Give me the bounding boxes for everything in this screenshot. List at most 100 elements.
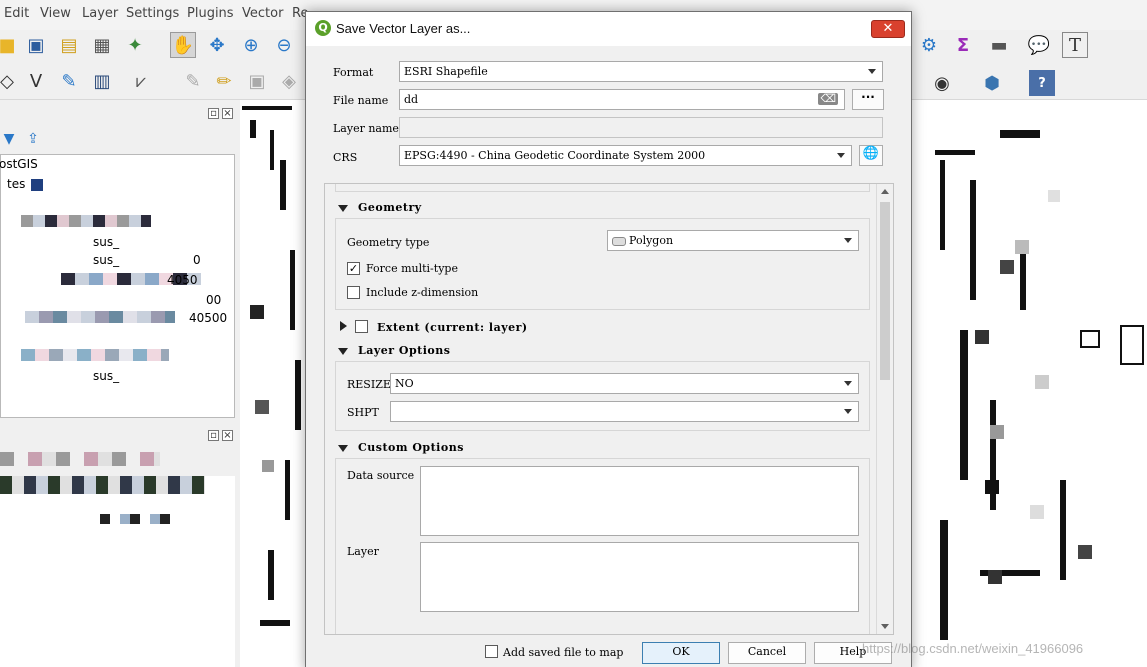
gear-icon[interactable]: ⚙	[916, 32, 942, 58]
layer-tree[interactable]: ostGIS tes sus_ sus_ 0 4050 00 40500 sus…	[0, 154, 235, 418]
polygon-icon	[612, 236, 626, 246]
map-tips-icon[interactable]: ◉	[929, 70, 955, 96]
layers-panel: ▫ × ▼ ⇪ ostGIS tes sus_ sus_ 0 4050 00 4…	[0, 100, 240, 667]
text-annotation-icon[interactable]: T	[1062, 32, 1088, 58]
expand-triangle-icon[interactable]	[340, 321, 347, 331]
chevron-down-icon	[844, 409, 852, 414]
annotation-icon[interactable]: 💬	[1026, 32, 1052, 58]
data-source-label: Data source	[347, 469, 415, 482]
shpt-combobox[interactable]	[390, 401, 859, 422]
file-name-input[interactable]: dd ⌫	[399, 89, 845, 110]
force-multi-type-checkbox[interactable]: ✓	[347, 262, 360, 275]
data-source-textarea[interactable]	[420, 466, 859, 536]
force-multi-type-label: Force multi-type	[366, 262, 458, 275]
layer-options-group: RESIZE NO SHPT	[335, 361, 870, 431]
resize-combobox[interactable]: NO	[390, 373, 859, 394]
float-panel-icon[interactable]: ▫	[208, 108, 219, 119]
pan-hand-icon[interactable]: ✋	[170, 32, 196, 58]
qgis-logo-icon: Q	[315, 20, 331, 36]
statistics-sigma-icon[interactable]: Σ	[950, 32, 976, 58]
scroll-down-icon[interactable]	[881, 624, 889, 629]
layer-options-section-header[interactable]: Layer Options	[358, 344, 450, 357]
ok-button[interactable]: OK	[642, 642, 720, 664]
toggle-edit-icon[interactable]: ✏	[211, 68, 237, 94]
browse-button[interactable]: ···	[852, 89, 884, 110]
vertical-scrollbar[interactable]	[876, 184, 893, 634]
chevron-down-icon	[844, 238, 852, 243]
digitize-icon[interactable]: ◇	[0, 68, 20, 94]
resize-value: NO	[395, 377, 414, 390]
menu-view[interactable]: View	[40, 6, 71, 21]
scrollbar-thumb[interactable]	[880, 202, 890, 380]
close-panel-icon[interactable]: ×	[222, 108, 233, 119]
collapse-triangle-icon[interactable]	[338, 348, 348, 355]
dialog-button-bar: Add saved file to map OK Cancel Help	[306, 640, 911, 667]
watermark-text: https://blog.csdn.net/weixin_41966096	[862, 641, 1084, 656]
expand-all-icon[interactable]: ⇪	[20, 126, 46, 152]
edit-pencil-icon[interactable]: ✎	[56, 68, 82, 94]
top-divider	[335, 184, 870, 192]
layer-item[interactable]: 4050	[167, 273, 198, 287]
menu-layer[interactable]: Layer	[82, 6, 118, 21]
float-panel-icon[interactable]: ▫	[208, 430, 219, 441]
menu-vector[interactable]: Vector	[242, 6, 283, 21]
save-as-icon[interactable]: ▤	[56, 32, 82, 58]
save-vector-layer-dialog: Q Save Vector Layer as... ✕ Format ESRI …	[305, 11, 912, 667]
pan-to-selection-icon[interactable]: ✥	[204, 32, 230, 58]
layer-item[interactable]: 0	[193, 253, 201, 267]
layer-item[interactable]: sus_	[93, 253, 119, 267]
browser-panel[interactable]	[0, 476, 235, 667]
layer-grid-icon[interactable]: ▥	[89, 68, 115, 94]
filter-icon[interactable]: ▼	[0, 126, 22, 152]
collapse-triangle-icon[interactable]	[338, 445, 348, 452]
custom-options-section-header[interactable]: Custom Options	[358, 441, 464, 454]
custom-layer-textarea[interactable]	[420, 542, 859, 612]
options-scroll-area[interactable]: Geometry Geometry type Polygon ✓ Force m…	[324, 183, 894, 635]
resize-label: RESIZE	[347, 378, 391, 391]
extent-section-header[interactable]: Extent (current: layer)	[377, 321, 528, 334]
geometry-type-combobox[interactable]: Polygon	[607, 230, 859, 251]
layer-item[interactable]: sus_	[93, 369, 119, 383]
open-project-icon[interactable]: ■	[0, 32, 20, 58]
close-panel-icon[interactable]: ×	[222, 430, 233, 441]
menu-edit[interactable]: Edit	[4, 6, 29, 21]
close-button[interactable]: ✕	[871, 20, 905, 38]
clear-text-icon[interactable]: ⌫	[818, 93, 838, 105]
help-icon[interactable]: ?	[1029, 70, 1055, 96]
measure-icon[interactable]: ▬	[986, 32, 1012, 58]
print-layout-icon[interactable]: ▦	[89, 32, 115, 58]
zoom-out-icon[interactable]: ⊖	[271, 32, 297, 58]
include-z-label: Include z-dimension	[366, 286, 479, 299]
format-combobox[interactable]: ESRI Shapefile	[399, 61, 883, 82]
layer-group-postgis[interactable]: ostGIS	[0, 157, 38, 171]
menu-plugins[interactable]: Plugins	[187, 6, 234, 21]
style-manager-icon[interactable]: ✦	[122, 32, 148, 58]
zoom-in-icon[interactable]: ⊕	[238, 32, 264, 58]
layer-item[interactable]: 00	[206, 293, 221, 307]
cancel-button[interactable]: Cancel	[728, 642, 806, 664]
vertex-editor-icon[interactable]: ⩗	[128, 68, 154, 94]
select-crs-globe-icon[interactable]: 🌐	[859, 145, 883, 166]
chevron-down-icon	[844, 381, 852, 386]
scroll-up-icon[interactable]	[881, 189, 889, 194]
file-name-label: File name	[333, 94, 389, 107]
add-to-map-checkbox[interactable]	[485, 645, 498, 658]
geometry-section-header[interactable]: Geometry	[358, 201, 422, 214]
menu-settings[interactable]: Settings	[126, 6, 179, 21]
vertex-tool-icon[interactable]: V	[23, 68, 49, 94]
layer-item[interactable]: 40500	[189, 311, 227, 325]
collapse-triangle-icon[interactable]	[338, 205, 348, 212]
layer-item[interactable]: tes	[7, 177, 25, 191]
layer-name-input[interactable]	[399, 117, 883, 138]
dialog-titlebar[interactable]: Q Save Vector Layer as... ✕	[306, 12, 911, 46]
layer-item[interactable]: sus_	[93, 235, 119, 249]
crs-label: CRS	[333, 151, 358, 164]
include-z-checkbox[interactable]	[347, 286, 360, 299]
crs-combobox[interactable]: EPSG:4490 - China Geodetic Coordinate Sy…	[399, 145, 852, 166]
python-console-icon[interactable]: ⬢	[979, 70, 1005, 96]
extent-checkbox[interactable]	[355, 320, 368, 333]
save-project-icon[interactable]: ▣	[23, 32, 49, 58]
dialog-title: Save Vector Layer as...	[336, 21, 471, 36]
custom-layer-label: Layer	[347, 545, 379, 558]
disabled-pencil-icon: ✎	[185, 70, 201, 92]
